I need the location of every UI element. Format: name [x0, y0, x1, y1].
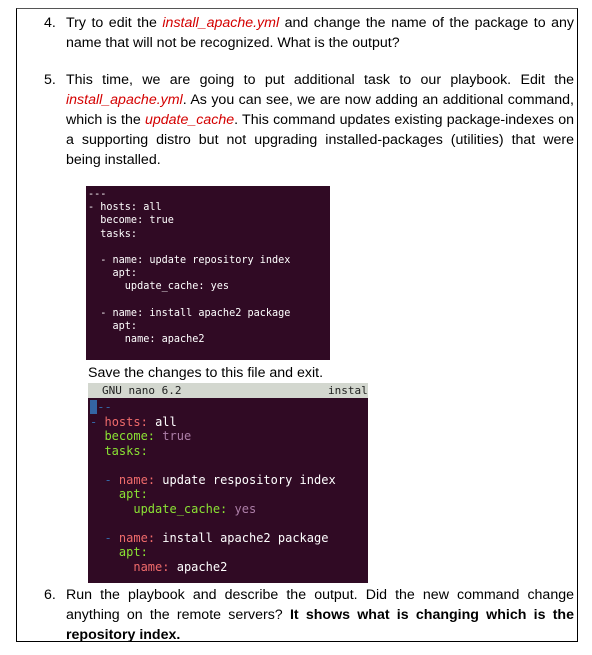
item-text: This time, we are going to put additiona… — [66, 72, 574, 88]
nano-editor-screenshot: GNU nano 6.2 instal --- - hosts: all bec… — [88, 383, 368, 583]
nano-title-bar: GNU nano 6.2 instal — [88, 383, 368, 398]
filename-ref: install_apache.yml — [66, 92, 183, 108]
list-item-6: 6. Run the playbook and describe the out… — [44, 585, 574, 645]
command-ref: update_cache — [144, 112, 235, 128]
yaml-code: --- - hosts: all become: true tasks: - n… — [88, 189, 291, 346]
nano-title: GNU nano 6.2 — [102, 384, 182, 397]
nano-filename: instal — [328, 384, 368, 397]
yaml-doc-start: -- — [97, 400, 112, 414]
item-text: Try to edit the — [66, 15, 163, 31]
nano-content: --- - hosts: all become: true tasks: - n… — [90, 400, 336, 574]
code-screenshot: --- - hosts: all become: true tasks: - n… — [86, 186, 330, 360]
filename-ref: install_apache.yml — [162, 15, 280, 31]
item-number: 6. — [44, 587, 56, 603]
item-number: 4. — [44, 15, 56, 31]
item-number: 5. — [44, 72, 56, 88]
list-item-4: 4. Try to edit the install_apache.yml an… — [44, 13, 574, 53]
list-item-5: 5. This time, we are going to put additi… — [44, 70, 574, 170]
save-instruction: Save the changes to this file and exit. — [88, 365, 324, 381]
